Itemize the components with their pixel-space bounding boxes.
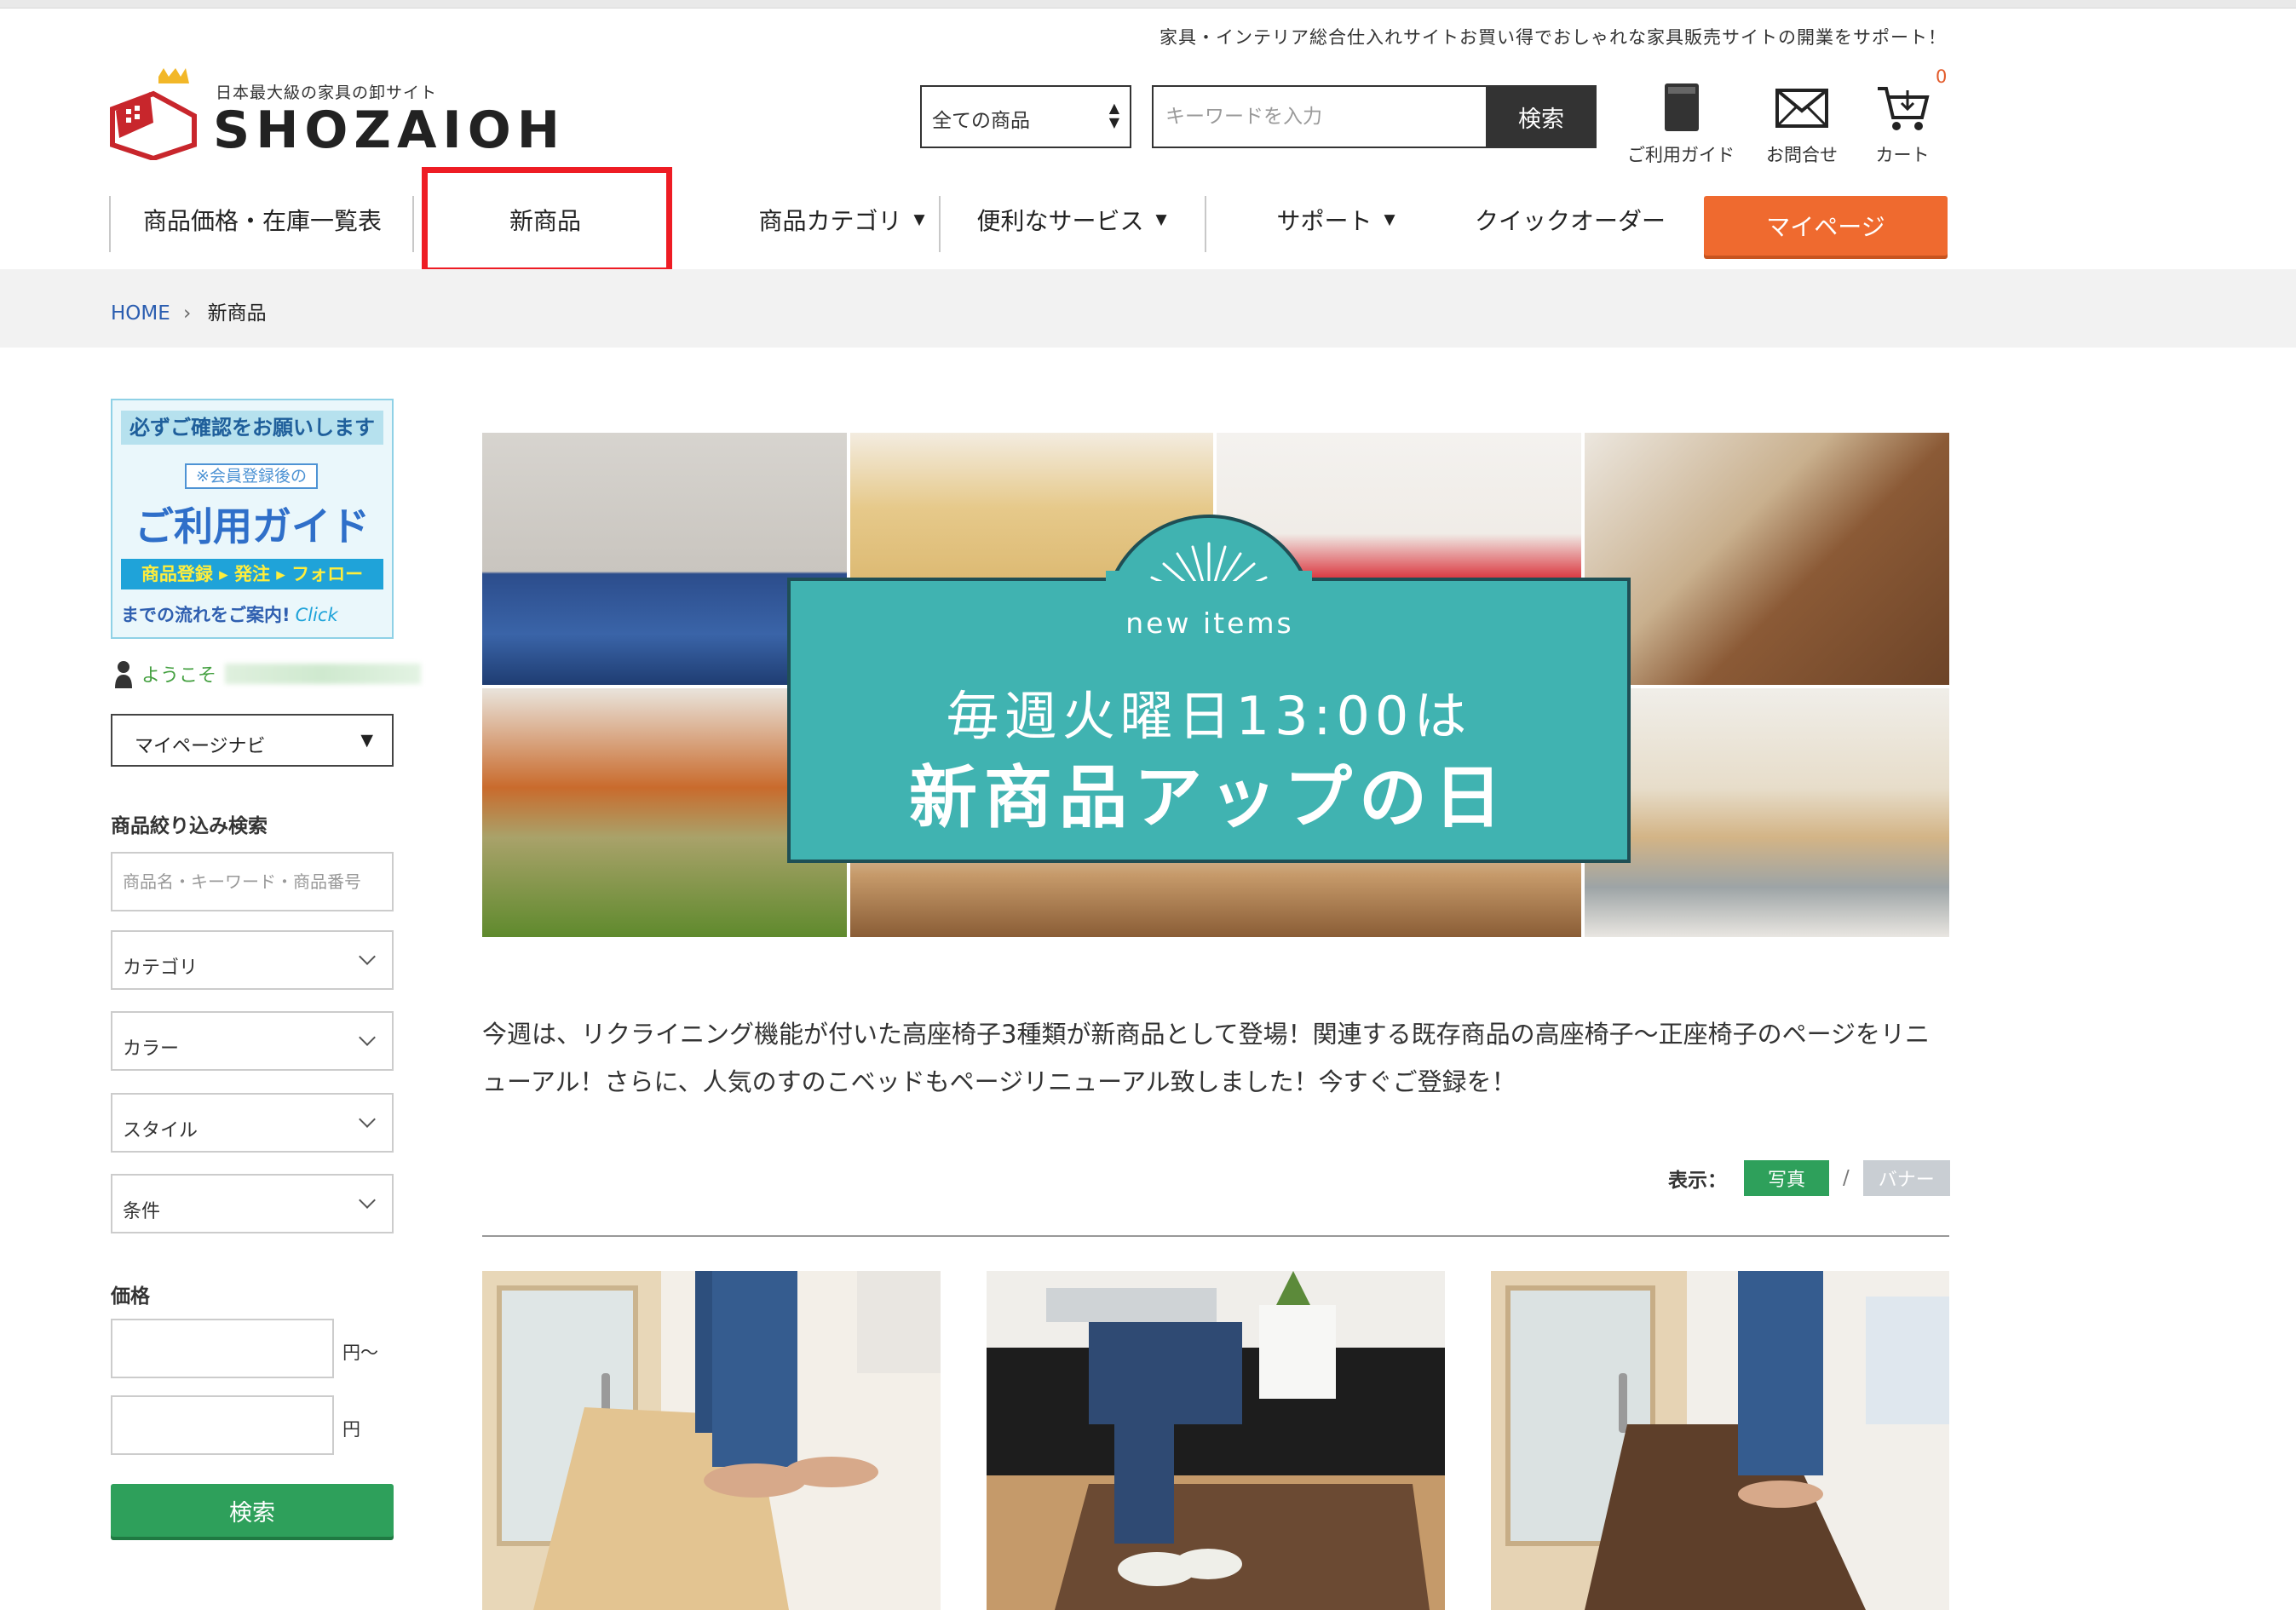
dropdown-arrow-icon: ▼ [913,211,925,228]
nav-services[interactable]: 便利なサービス ▼ [952,186,1191,254]
category-select-value: 全ての商品 [932,110,1030,132]
guide-banner-caption: までの流れをご案内! Click [121,605,338,625]
welcome-message: ようこそ [114,659,422,688]
filter-category-select[interactable]: カテゴリ [111,930,394,990]
guide-banner-note: ※会員登録後の [185,463,318,489]
breadcrumb-home-link[interactable]: HOME [111,302,170,325]
guide-banner-flow: 商品登録 ▸ 発注 ▸ フォロー [121,559,383,589]
guide-banner-notice: 必ずご確認をお願いします [121,411,383,445]
browser-top-edge [0,0,2296,9]
view-photo-button[interactable]: 写真 [1744,1160,1829,1196]
blurred-username [225,664,422,684]
guide-label: ご利用ガイド [1627,145,1735,165]
section-divider [482,1235,1949,1237]
filter-heading: 商品絞り込み検索 [111,815,268,837]
filter-condition-select[interactable]: 条件 [111,1174,394,1233]
filter-color-select[interactable]: カラー [111,1011,394,1071]
highlight-box [422,167,672,273]
price-min-input[interactable] [111,1319,334,1378]
breadcrumb-current: 新商品 [207,302,267,325]
nav-support[interactable]: サポート ▼ [1225,186,1447,254]
nav-separator [109,196,111,252]
mypage-nav-select[interactable]: マイページナビ ▼ [111,714,394,767]
book-icon [1665,83,1699,131]
guide-banner-click: Click [295,605,338,625]
product-image-dark-brown-mat [1491,1271,1949,1610]
price-heading: 価格 [111,1285,150,1308]
header-search-button[interactable]: 検索 [1486,85,1597,148]
cart-link[interactable]: カート [1839,78,1966,167]
view-toggle: 表示： 写真 / バナー [1668,1160,1950,1196]
mypage-button[interactable]: マイページ [1704,196,1948,256]
site-logo[interactable]: 日本最大級の家具の卸サイト SHOZAIOH [109,60,560,170]
product-card-brown-mat[interactable] [987,1271,1445,1610]
dining-table-photo [1585,433,1949,685]
product-image-beige-mat [482,1271,941,1610]
hero-new-items-label: new items [1125,607,1294,640]
view-banner-button[interactable]: バナー [1862,1160,1950,1196]
cart-count-badge: 0 [1936,66,1948,87]
nav-separator [939,196,941,252]
product-image-brown-mat [987,1271,1445,1610]
chevron-down-icon [359,1111,376,1128]
bed-photo [1585,688,1949,937]
nav-separator [412,196,414,252]
view-toggle-label: 表示： [1668,1170,1727,1192]
caret-down-icon: ▼ [360,731,373,750]
nav-price-stock-list[interactable]: 商品価格・在庫一覧表 [118,186,407,254]
guide-link[interactable]: ご利用ガイド [1617,78,1745,167]
logo-house-icon [110,68,197,160]
price-max-input[interactable] [111,1395,334,1455]
sunburst-icon [1136,542,1281,610]
breadcrumb-separator: › [183,302,192,325]
product-card-beige-mat[interactable] [482,1271,941,1610]
guide-banner-title: ご利用ガイド [135,503,370,549]
global-nav: 商品価格・在庫一覧表 新商品 商品カテゴリ ▼ 便利なサービス ▼ サポート ▼ クイ… [109,186,1951,262]
breadcrumb: HOME › 新商品 [111,296,267,325]
breadcrumb-bar [0,269,2296,348]
filter-keyword-input[interactable] [111,852,394,911]
user-icon [115,661,132,688]
filter-style-select[interactable]: スタイル [111,1093,394,1153]
dropdown-arrow-icon: ▼ [1155,211,1167,228]
usage-guide-banner[interactable]: 必ずご確認をお願いします ※会員登録後の ご利用ガイド 商品登録 ▸ 発注 ▸ … [111,399,394,639]
view-toggle-separator: / [1843,1167,1850,1189]
category-select[interactable]: 全ての商品 ▲ ▼ [920,85,1131,148]
price-min-unit: 円〜 [342,1343,378,1363]
cart-icon [1878,87,1930,130]
hero-headline-1: 毎週火曜日13:00は [946,685,1472,747]
sidebar-search-button[interactable]: 検索 [111,1484,394,1537]
cart-label: カート [1875,145,1930,165]
nav-quick-order[interactable]: クイックオーダー [1447,186,1694,254]
weekly-intro-text: 今週は、リクライニング機能が付いた高座椅子3種類が新商品として登場！関連する既存… [482,1020,1931,1096]
logo-subtitle: 日本最大級の家具の卸サイト [216,83,438,102]
product-card-dark-brown-mat[interactable] [1491,1271,1949,1610]
dropdown-arrow-icon: ▼ [1384,211,1395,228]
price-max-unit: 円 [342,1419,360,1440]
chevron-down-icon [359,948,376,965]
keyword-search-input[interactable] [1152,85,1486,148]
select-arrows-icon: ▲ ▼ [1108,100,1119,130]
chevron-down-icon [359,1192,376,1209]
nav-separator [1205,196,1206,252]
logo-wordmark: SHOZAIOH [213,101,566,160]
hero-headline-2: 新商品アップの日 [909,758,1509,837]
chevron-down-icon [359,1029,376,1046]
contact-label: お問合せ [1766,145,1838,165]
welcome-text: ようこそ [141,665,217,687]
header-tagline: 家具・インテリア総合仕入れサイトお買い得でおしゃれな家具販売サイトの開業をサポー… [1160,27,1947,48]
